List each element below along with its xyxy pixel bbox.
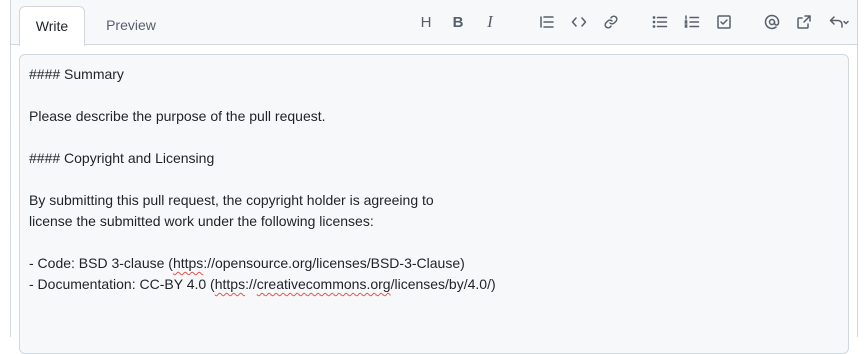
editor-line-doc-license: - Documentation: CC-BY 4.0 (https://crea… [29, 274, 496, 294]
ordered-list-icon [684, 15, 700, 28]
mention-button[interactable] [760, 10, 784, 34]
tab-write[interactable]: Write [19, 6, 85, 46]
spellcheck-word: https [172, 255, 204, 271]
italic-button[interactable]: I [478, 10, 502, 34]
bold-icon: B [452, 13, 464, 31]
cross-reference-icon [797, 15, 811, 29]
spellcheck-word: creativecommons.org [256, 276, 391, 292]
quote-icon [540, 16, 554, 28]
task-list-button[interactable] [712, 10, 736, 34]
bold-button[interactable]: B [446, 10, 470, 34]
code-button[interactable] [567, 10, 591, 34]
editor-line-code-license: - Code: BSD 3-clause (https://opensource… [29, 253, 465, 273]
doc-license-url-path: /licenses/by/4.0/) [390, 276, 496, 292]
link-icon [604, 15, 618, 29]
task-list-icon [717, 15, 731, 29]
doc-license-url-sep: :// [245, 276, 257, 292]
mention-icon [764, 14, 780, 30]
code-license-url: ://opensource.org/licenses/BSD-3-Clause) [203, 255, 465, 271]
italic-icon: I [487, 12, 493, 31]
reply-icon [829, 16, 849, 28]
editor-header: Write Preview H B I [11, 0, 857, 46]
heading-button[interactable]: H [414, 10, 438, 34]
unordered-list-button[interactable] [648, 10, 672, 34]
quote-button[interactable] [535, 10, 559, 34]
editor-line: #### Summary [29, 66, 124, 82]
link-button[interactable] [599, 10, 623, 34]
editor-line: #### Copyright and Licensing [29, 150, 215, 166]
spellcheck-word: https [214, 276, 246, 292]
comment-editor: Write Preview H B I #### Summary Please … [10, 0, 858, 354]
editor-line: license the submitted work under the fol… [29, 213, 374, 229]
code-license-prefix: - Code: BSD 3-clause ( [29, 255, 173, 271]
cross-reference-button[interactable] [792, 10, 816, 34]
saved-replies-button[interactable] [824, 10, 854, 34]
editor-line: Please describe the purpose of the pull … [29, 108, 326, 124]
doc-license-prefix: - Documentation: CC-BY 4.0 ( [29, 276, 215, 292]
tab-preview[interactable]: Preview [91, 6, 171, 44]
editor-line: By submitting this pull request, the cop… [29, 192, 434, 208]
markdown-toolbar: H B I [411, 10, 849, 34]
unordered-list-icon [652, 16, 668, 28]
code-icon [571, 17, 587, 27]
heading-icon: H [420, 13, 432, 31]
markdown-textarea[interactable]: #### Summary Please describe the purpose… [19, 54, 849, 354]
ordered-list-button[interactable] [680, 10, 704, 34]
